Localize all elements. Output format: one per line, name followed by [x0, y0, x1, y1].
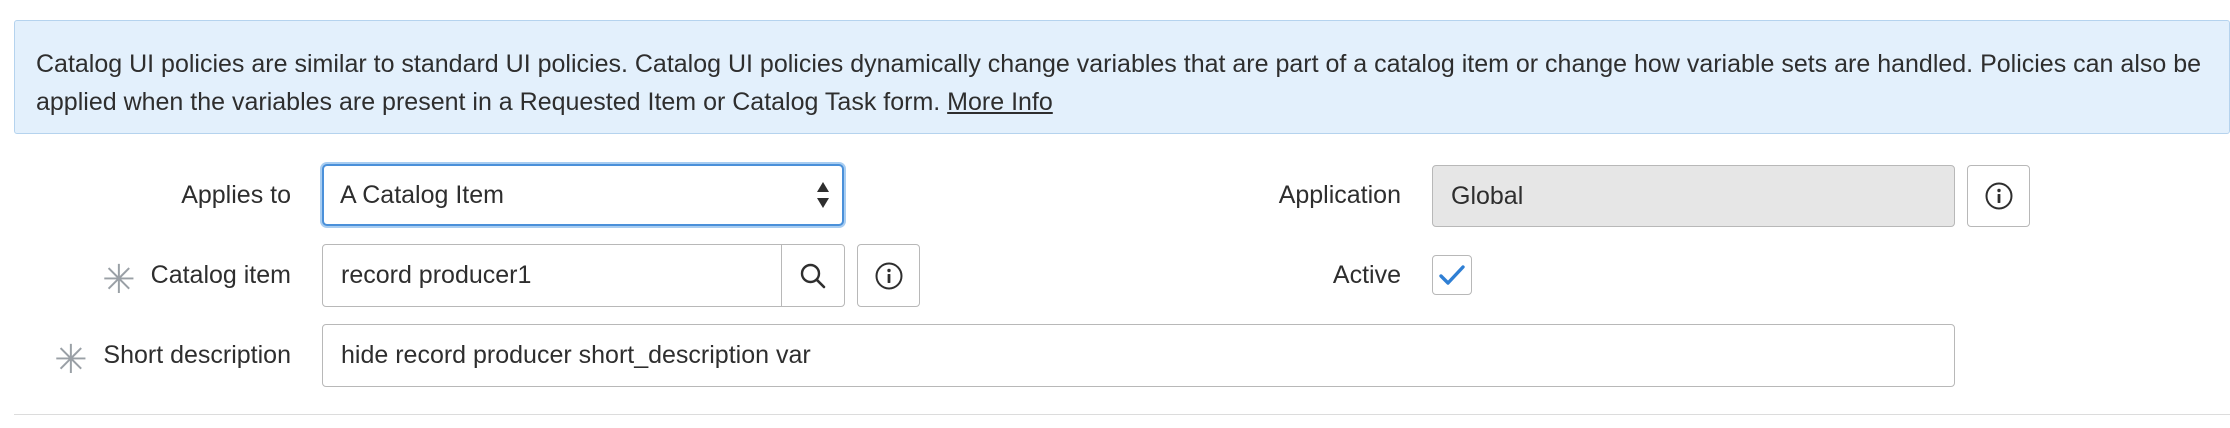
catalog-item-label: Catalog item — [150, 261, 291, 289]
application-field: Global — [1432, 165, 1955, 227]
active-label: Active — [1332, 261, 1401, 289]
catalog-item-info-button[interactable] — [857, 244, 920, 307]
application-info-button[interactable] — [1967, 165, 2030, 227]
applies-to-select[interactable]: A Catalog Item — [322, 164, 844, 226]
application-value: Global — [1451, 182, 1524, 210]
short-description-value: hide record producer short_description v… — [341, 341, 811, 369]
active-checkbox[interactable] — [1432, 255, 1472, 295]
search-icon — [800, 263, 826, 288]
divider — [14, 414, 2230, 415]
more-info-link[interactable]: More Info — [947, 88, 1053, 116]
catalog-item-input[interactable]: record producer1 — [322, 244, 783, 307]
info-banner-text: Catalog UI policies are similar to stand… — [36, 50, 2202, 116]
application-label: Application — [1278, 181, 1401, 209]
short-description-label: Short description — [103, 341, 291, 369]
info-icon — [875, 262, 902, 289]
checkmark-icon — [1439, 265, 1465, 285]
short-description-input[interactable]: hide record producer short_description v… — [322, 324, 1955, 387]
catalog-item-required-marker: ✳ — [102, 257, 136, 303]
applies-to-selected-value: A Catalog Item — [340, 181, 504, 209]
catalog-item-search-button[interactable] — [781, 244, 845, 307]
applies-to-label: Applies to — [181, 181, 291, 209]
short-description-required-marker: ✳ — [54, 337, 88, 383]
select-arrows-icon — [817, 182, 829, 208]
info-icon — [1985, 182, 2012, 210]
catalog-item-value: record producer1 — [341, 261, 532, 289]
info-banner: Catalog UI policies are similar to stand… — [14, 20, 2230, 134]
